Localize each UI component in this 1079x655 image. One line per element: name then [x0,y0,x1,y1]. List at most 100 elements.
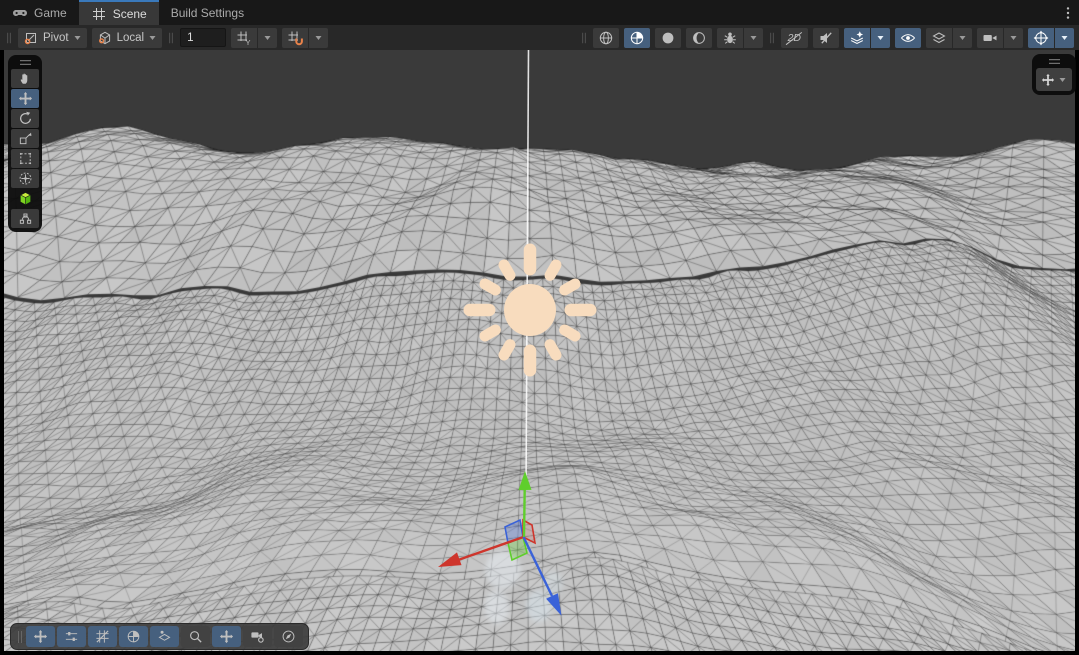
drag-grip-icon[interactable] [16,629,24,645]
chevron-down-icon [876,33,885,42]
tab-game[interactable]: Game [0,0,79,25]
grid-axis-caret[interactable] [258,28,277,48]
overlay-orientation-toggle[interactable] [212,626,241,647]
rotate-tool-button[interactable] [11,109,39,128]
pivot-label: Pivot [43,32,69,44]
move-icon [219,629,234,644]
scene-toolbar: Pivot Local [0,25,1079,50]
effects-sparkle-icon [849,30,865,46]
draw-mode-wireframe-button[interactable] [593,28,619,48]
snap-increment-group [282,28,328,48]
directional-light-sun-gizmo[interactable] [464,244,597,377]
move-icon [1041,73,1055,87]
overlay-grid-snap-toggle[interactable] [88,626,117,647]
gizmos-group [1028,28,1074,48]
rotate-icon [18,111,33,126]
scale-tool-button[interactable] [11,129,39,148]
drag-grip-icon[interactable] [167,31,175,45]
overlay-view-options-toggle[interactable] [119,626,148,647]
overlay-search-toggle[interactable] [181,626,210,647]
grid-axis-group [231,28,277,48]
chevron-down-icon [1009,33,1018,42]
overlay-tool-settings-toggle[interactable] [57,626,86,647]
effects-toggle[interactable] [844,28,870,48]
overlay-layers-button[interactable] [926,28,952,48]
snap-magnet-icon [287,30,303,46]
overlay-toolbar [10,623,309,650]
draw-mode-shaded-button[interactable] [655,28,681,48]
chevron-down-icon [1058,75,1067,84]
snap-increment-caret[interactable] [309,28,328,48]
snap-increment-input[interactable] [180,28,226,47]
camera-icon [982,30,998,46]
debug-draw-caret[interactable] [744,28,763,48]
rect-tool-button[interactable] [11,149,39,168]
drag-grip-icon[interactable] [5,31,13,45]
scene-view [4,50,1075,651]
drag-grip-icon[interactable] [580,31,588,45]
grid-axis-button[interactable] [231,28,257,48]
effects-caret[interactable] [871,28,890,48]
compass-icon [281,629,296,644]
2d-icon: 2D [786,32,803,44]
chevron-down-icon [1060,33,1069,42]
tab-build-settings[interactable]: Build Settings [159,0,256,25]
transform-tool-button[interactable] [11,169,39,188]
move-gizmo-x-arrowhead[interactable] [438,552,462,567]
camera-settings-caret[interactable] [1004,28,1023,48]
chevron-down-icon [314,33,323,42]
chevron-down-icon [263,33,272,42]
tab-build-settings-label: Build Settings [171,6,244,20]
view-hand-tool-button[interactable] [11,69,39,88]
camera-settings-button[interactable] [977,28,1003,48]
handle-icon [1047,56,1062,67]
overlay-navigation-toggle[interactable] [274,626,303,647]
audio-toggle[interactable] [813,28,839,48]
gizmos-globe-icon [1033,30,1049,46]
custom-tools-icon [18,211,33,226]
debug-draw-button[interactable] [717,28,743,48]
overlay-scene-effects-toggle[interactable] [150,626,179,647]
drag-grip-icon[interactable] [768,31,776,45]
custom-cube-tool-button[interactable] [11,189,39,208]
scene-visibility-toggle[interactable] [895,28,921,48]
tools-overlay-handle[interactable] [8,57,42,68]
snap-increment-button[interactable] [282,28,308,48]
effects-group [844,28,890,48]
kebab-icon [1060,5,1076,21]
pivot-icon [23,30,39,46]
chevron-down-icon [749,33,758,42]
overlay-tools-toggle[interactable] [26,626,55,647]
collapsed-overlay-handle[interactable] [1032,56,1076,67]
audio-muted-icon [818,30,834,46]
move-tool-dropdown-button[interactable] [1036,68,1072,91]
green-cube-icon [18,191,33,206]
draw-mode-unlit-button[interactable] [686,28,712,48]
draw-mode-shaded-wireframe-button[interactable] [624,28,650,48]
shaded-wireframe-sphere-icon [629,30,645,46]
search-icon [188,629,203,644]
shaded-sphere-icon [126,629,141,644]
selection-ghost [485,551,563,624]
rect-tool-icon [18,151,33,166]
orientation-dropdown[interactable]: Local [92,28,163,48]
move-gizmo-y-arrowhead[interactable] [519,471,532,490]
camera-cube-icon [250,629,265,644]
gizmos-toggle[interactable] [1028,28,1054,48]
move-tool-button[interactable] [11,89,39,108]
move-gizmo-z-axis[interactable] [524,537,553,596]
overlay-cameras-toggle[interactable] [243,626,272,647]
move-gizmo-y-axis[interactable] [524,490,525,537]
available-custom-tools-button[interactable] [11,209,39,228]
transform-icon [18,171,33,186]
gizmos-caret[interactable] [1055,28,1074,48]
pivot-dropdown[interactable]: Pivot [18,28,87,48]
hand-icon [18,71,33,86]
move-icon [33,629,48,644]
overlay-layers-caret[interactable] [953,28,972,48]
tab-scene[interactable]: Scene [79,0,159,25]
more-options-button[interactable] [1057,0,1079,25]
wireframe-sphere-icon [598,30,614,46]
2d-view-toggle[interactable]: 2D [781,28,808,48]
move-icon [18,91,33,106]
